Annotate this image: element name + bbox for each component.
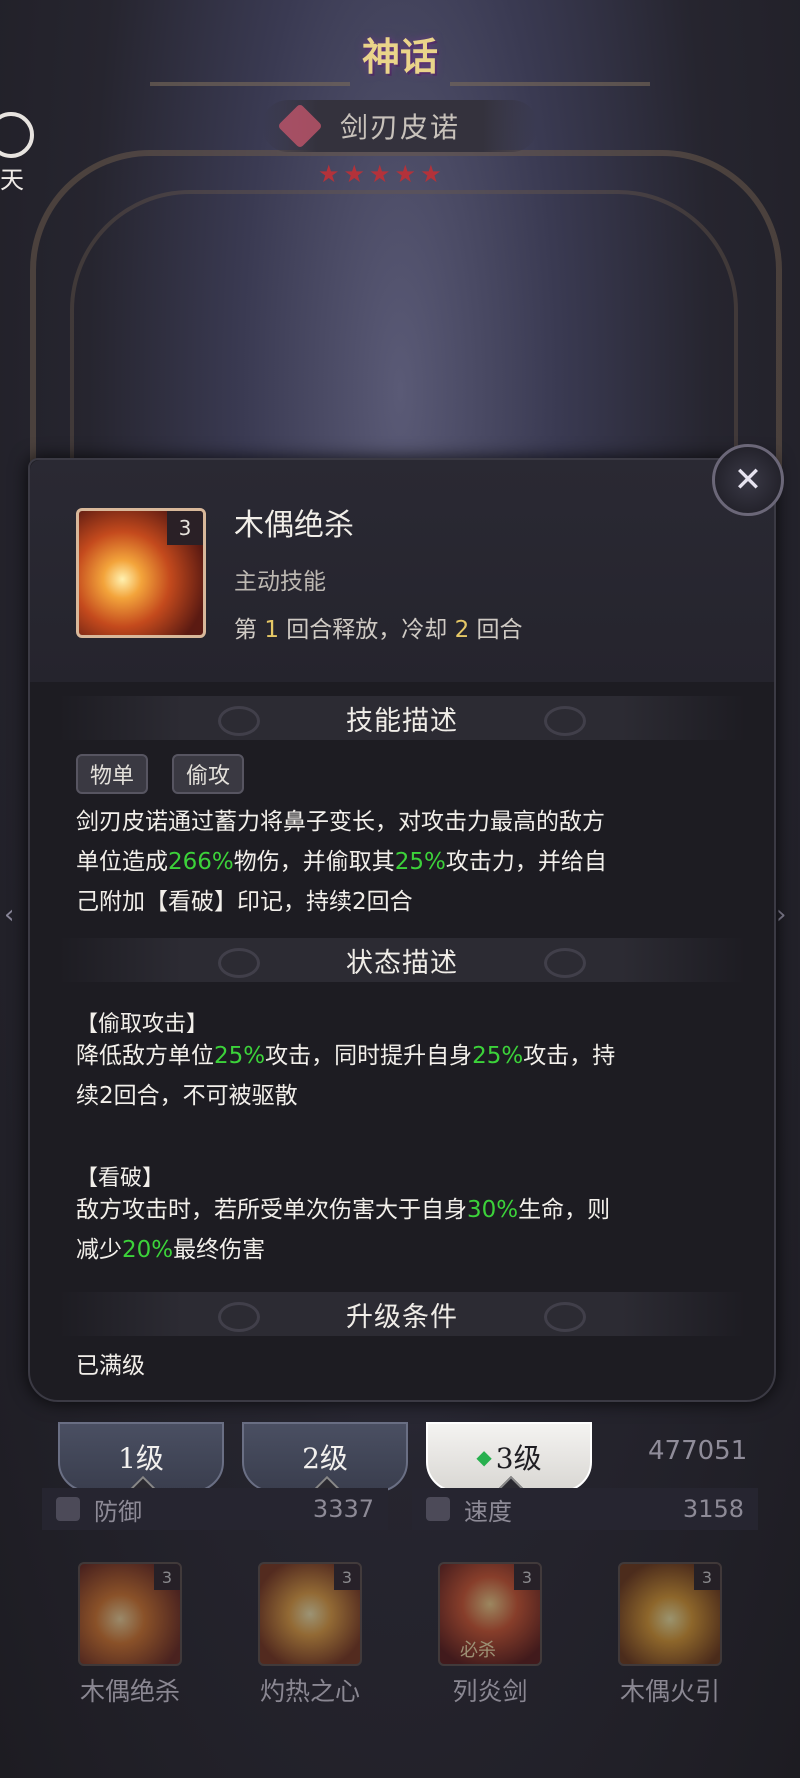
release-text: 回合: [476, 617, 523, 643]
decorative-frame-inner: [70, 190, 738, 494]
release-text: 第: [234, 617, 257, 643]
ornament-icon: [544, 706, 586, 736]
level-tab-2[interactable]: 2级: [242, 1422, 408, 1505]
skill-tag: 偷攻: [172, 754, 245, 794]
section-title: 技能描述: [346, 705, 458, 737]
desc-line: 减少20%最终伤害: [76, 1237, 266, 1263]
level-tab-label: 2级: [302, 1442, 348, 1475]
cooldown-rounds: 2: [454, 617, 470, 643]
ornament-icon: [218, 706, 260, 736]
ornament-icon: [218, 1302, 260, 1332]
skill-slot-label: 木偶火引: [619, 1677, 720, 1706]
skill-description: 剑刃皮诺通过蓄力将鼻子变长，对攻击力最高的敌方 单位造成266%物伤，并偷取其2…: [76, 802, 736, 922]
power-value: 477051: [648, 1436, 748, 1466]
desc-line: 单位造成266%物伤，并偷取其25%攻击力，并给自: [76, 849, 607, 875]
ultimate-badge: 必杀: [460, 1640, 496, 1661]
level-tab-label: 1级: [118, 1442, 164, 1475]
skill-slot-4[interactable]: 3: [618, 1562, 722, 1666]
speed-icon: [426, 1497, 450, 1521]
skill-level: 3: [334, 1564, 360, 1590]
section-state-desc: 状态描述: [58, 938, 746, 982]
skill-release-info: 第 1 回合释放，冷却 2 回合: [234, 610, 523, 644]
skill-detail-popup: 3 木偶绝杀 主动技能 第 1 回合释放，冷却 2 回合 技能描述 物单 偷攻 …: [28, 458, 776, 1402]
level-tab-label: 3级: [495, 1442, 542, 1475]
skill-level: 3: [694, 1564, 720, 1590]
ornament-icon: [544, 948, 586, 978]
crest-wing-left: [150, 82, 350, 86]
level-tab-3[interactable]: ◆ 3级: [426, 1422, 592, 1505]
section-upgrade: 升级条件: [58, 1292, 746, 1336]
hero-class-icon: [277, 103, 323, 149]
skill-tag: 物单: [76, 754, 149, 794]
skill-slot-1[interactable]: 3: [78, 1562, 182, 1666]
close-icon[interactable]: ✕: [712, 444, 784, 516]
hero-stars: ★★★★★: [318, 160, 446, 188]
desc-line: 降低敌方单位25%攻击，同时提升自身25%攻击，持: [76, 1043, 616, 1069]
stat-value: 3158: [682, 1495, 744, 1523]
ornament-icon: [218, 948, 260, 978]
stat-speed: 速度 3158: [412, 1488, 758, 1530]
rarity-badge: 神话: [361, 33, 438, 79]
section-title: 状态描述: [346, 947, 458, 979]
release-text: 回合释放，冷却: [286, 617, 448, 643]
next-arrow-icon[interactable]: ›: [776, 900, 786, 930]
skill-level: 3: [154, 1564, 180, 1590]
skill-slot-3[interactable]: 3 必杀: [438, 1562, 542, 1666]
level-tab-1[interactable]: 1级: [58, 1422, 224, 1505]
stat-value: 3337: [312, 1495, 374, 1523]
skill-name: 木偶绝杀: [234, 508, 354, 543]
skill-slot-label: 灼热之心: [259, 1677, 360, 1706]
hero-name: 剑刃皮诺: [339, 111, 460, 144]
side-button-label: 天: [0, 166, 24, 194]
ornament-icon: [544, 1302, 586, 1332]
prev-arrow-icon[interactable]: ‹: [4, 900, 14, 930]
shield-icon: [56, 1497, 80, 1521]
state-description: 降低敌方单位25%攻击，同时提升自身25%攻击，持 续2回合，不可被驱散: [76, 1036, 736, 1116]
skill-slot-label: 木偶绝杀: [79, 1677, 180, 1706]
hero-name-plate: 剑刃皮诺: [262, 100, 538, 152]
section-title: 升级条件: [346, 1301, 458, 1333]
skill-slot-2[interactable]: 3: [258, 1562, 362, 1666]
desc-line: 续2回合，不可被驱散: [76, 1083, 298, 1109]
state-title: 【看破】: [76, 1166, 165, 1191]
upgrade-status: 已满级: [76, 1353, 145, 1379]
skill-icon: 3: [76, 508, 206, 638]
gem-icon: ◆: [476, 1445, 492, 1469]
state-description: 敌方攻击时，若所受单次伤害大于自身30%生命，则 减少20%最终伤害: [76, 1190, 736, 1270]
stat-label: 速度: [464, 1497, 512, 1526]
skill-level: 3: [514, 1564, 540, 1590]
skill-type: 主动技能: [234, 569, 326, 595]
skill-slot-label: 列炎剑: [452, 1677, 528, 1706]
stat-label: 防御: [94, 1497, 142, 1526]
desc-line: 剑刃皮诺通过蓄力将鼻子变长，对攻击力最高的敌方: [76, 809, 605, 835]
desc-line: 己附加【看破】印记，持续2回合: [76, 889, 413, 915]
section-skill-desc: 技能描述: [58, 696, 746, 740]
desc-line: 敌方攻击时，若所受单次伤害大于自身30%生命，则: [76, 1197, 611, 1223]
release-round: 1: [264, 617, 279, 643]
state-title: 【偷取攻击】: [76, 1012, 209, 1037]
stat-defense: 防御 3337: [42, 1488, 388, 1530]
side-circle-button[interactable]: [0, 112, 34, 158]
crest-wing-right: [450, 82, 650, 86]
skill-level-badge: 3: [167, 511, 203, 545]
